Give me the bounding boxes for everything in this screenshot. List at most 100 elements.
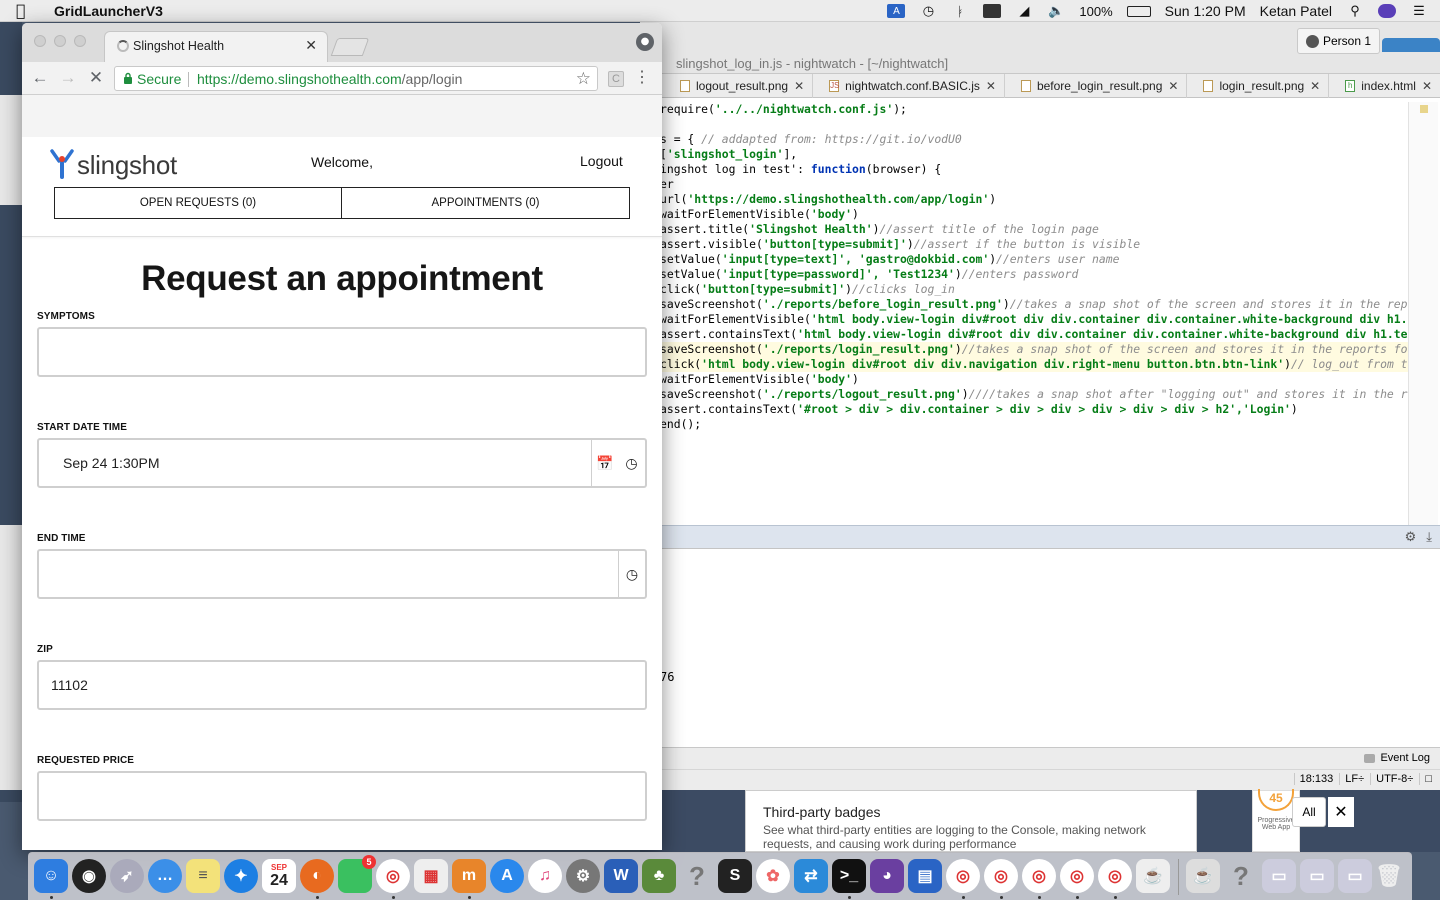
appointments-button[interactable]: APPOINTMENTS (0): [341, 187, 630, 219]
clock-icon[interactable]: ◷: [618, 440, 645, 486]
editor-tab[interactable]: JS nightwatch.conf.BASIC.js ✕: [813, 74, 1005, 98]
user-name[interactable]: Ketan Patel: [1260, 3, 1332, 19]
code-line[interactable]: ingshot log in test': function(browser) …: [660, 162, 1430, 177]
code-line[interactable]: require('../../nightwatch.conf.js');: [660, 102, 1430, 117]
gear-icon[interactable]: ⚙: [1405, 530, 1417, 545]
all-button[interactable]: All: [1292, 797, 1326, 827]
chrome-icon[interactable]: ◎: [946, 859, 980, 893]
active-app-name[interactable]: GridLauncherV3: [54, 3, 163, 19]
unknown-app-icon[interactable]: ?: [680, 859, 714, 893]
code-line[interactable]: saveScreenshot('./reports/before_login_r…: [660, 297, 1430, 312]
chrome-profile-button[interactable]: Person 1: [1296, 28, 1380, 54]
bluetooth-icon[interactable]: ᛓ: [951, 4, 969, 19]
document-app-icon[interactable]: ▤: [908, 859, 942, 893]
code-line[interactable]: saveScreenshot('./reports/login_result.p…: [660, 342, 1430, 357]
code-line[interactable]: assert.containsText('#root > div > div.c…: [660, 402, 1430, 417]
code-line[interactable]: waitForElementVisible('body'): [660, 207, 1430, 222]
start-date-time-input[interactable]: Sep 24 1:30PM 📅 ◷: [37, 438, 647, 488]
battery-icon[interactable]: [1126, 5, 1151, 17]
chrome-icon[interactable]: ◎: [1060, 859, 1094, 893]
code-line[interactable]: er: [660, 177, 1430, 192]
code-editor[interactable]: require('../../nightwatch.conf.js'); s =…: [660, 102, 1430, 522]
file-encoding[interactable]: UTF-8÷: [1370, 773, 1413, 785]
siri-icon[interactable]: [1378, 4, 1396, 18]
memory-chip-icon[interactable]: [983, 4, 1002, 18]
calendar-icon[interactable]: 📅: [591, 440, 618, 486]
trash-icon[interactable]: 🗑: [1372, 859, 1406, 893]
forward-icon[interactable]: →: [56, 67, 80, 89]
editor-tab[interactable]: logout_result.png ✕: [640, 74, 814, 98]
requested-price-input[interactable]: [37, 771, 647, 821]
time-machine-icon[interactable]: ◷: [919, 3, 937, 18]
chrome-icon[interactable]: ◎: [1022, 859, 1056, 893]
close-window-button[interactable]: [34, 35, 46, 47]
editor-tab[interactable]: h index.html ✕: [1329, 74, 1440, 98]
photos-icon[interactable]: ✿: [756, 859, 790, 893]
itunes-icon[interactable]: ♫: [528, 859, 562, 893]
close-tab-icon[interactable]: ✕: [1310, 79, 1320, 93]
wifi-icon[interactable]: ◢: [1015, 3, 1033, 18]
profile-icon[interactable]: ●: [636, 33, 654, 51]
code-line[interactable]: waitForElementVisible('body'): [660, 372, 1430, 387]
code-line[interactable]: [660, 117, 1430, 132]
documents-stack-icon[interactable]: ▭: [1300, 859, 1334, 893]
downloads-stack-icon[interactable]: ▭: [1262, 859, 1296, 893]
launchpad-icon[interactable]: ➶: [110, 859, 144, 893]
messages-alt-icon[interactable]: …: [148, 859, 182, 893]
editor-scroll-gutter[interactable]: [1408, 102, 1438, 542]
bookmark-star-icon[interactable]: ☆: [576, 69, 591, 89]
hide-panel-icon[interactable]: ⤓: [1426, 530, 1432, 545]
chrome-icon[interactable]: ◎: [376, 859, 410, 893]
code-line[interactable]: ['slingshot_login'],: [660, 147, 1430, 162]
teamviewer-icon[interactable]: ⇄: [794, 859, 828, 893]
stop-loading-icon[interactable]: ✕: [84, 67, 108, 89]
open-requests-button[interactable]: OPEN REQUESTS (0): [54, 187, 342, 219]
close-tab-icon[interactable]: ✕: [794, 79, 804, 93]
logout-button[interactable]: Logout: [580, 153, 623, 169]
code-line[interactable]: saveScreenshot('./reports/logout_result.…: [660, 387, 1430, 402]
zoom-window-button[interactable]: [74, 35, 86, 47]
safari-icon[interactable]: ✦: [224, 859, 258, 893]
volume-icon[interactable]: 🔈: [1047, 3, 1065, 18]
address-bar[interactable]: Secure https://demo.slingshothealth.com/…: [114, 66, 598, 91]
clock[interactable]: Sun 1:20 PM: [1165, 3, 1246, 19]
extension-icon[interactable]: C: [608, 71, 624, 87]
close-tab-icon[interactable]: ✕: [1422, 79, 1432, 93]
code-line[interactable]: click('html body.view-login div#root div…: [660, 357, 1430, 372]
editor-tab[interactable]: before_login_result.png ✕: [1005, 74, 1188, 98]
end-time-input[interactable]: ◷: [37, 549, 647, 599]
close-tab-icon[interactable]: ✕: [1168, 79, 1178, 93]
terminal-icon[interactable]: >_: [832, 859, 866, 893]
event-log-button[interactable]: Event Log: [1380, 752, 1430, 764]
notes-icon[interactable]: ≡: [186, 859, 220, 893]
symptoms-input[interactable]: [37, 327, 647, 377]
slingshot-logo[interactable]: slingshot: [50, 149, 177, 179]
calendar-icon[interactable]: SEP 24: [262, 859, 296, 893]
chrome-icon[interactable]: ◎: [984, 859, 1018, 893]
close-tab-icon[interactable]: ✕: [305, 37, 317, 54]
finder-icon[interactable]: ☺: [34, 859, 68, 893]
code-line[interactable]: setValue('input[type=password]', 'Test12…: [660, 267, 1430, 282]
intellij-icon[interactable]: m: [452, 859, 486, 893]
code-line[interactable]: end();: [660, 417, 1430, 432]
scrivener-icon[interactable]: S: [718, 859, 752, 893]
code-line[interactable]: assert.containsText('html body.view-logi…: [660, 327, 1430, 342]
github-icon[interactable]: ◕: [870, 859, 904, 893]
firefox-icon[interactable]: ◐: [300, 859, 334, 893]
siri-icon[interactable]: ◉: [72, 859, 106, 893]
battery-percent[interactable]: 100%: [1079, 4, 1112, 19]
code-line[interactable]: assert.title('Slingshot Health')//assert…: [660, 222, 1430, 237]
clock-icon[interactable]: ◷: [618, 551, 645, 597]
translate-icon[interactable]: A: [887, 4, 906, 18]
chrome-icon[interactable]: ◎: [1098, 859, 1132, 893]
code-line[interactable]: click('button[type=submit]')//clicks log…: [660, 282, 1430, 297]
minimize-window-button[interactable]: [54, 35, 66, 47]
facetime-messages-icon[interactable]: 5: [338, 855, 376, 893]
close-tab-icon[interactable]: ✕: [986, 79, 996, 93]
menu-icon[interactable]: ⋮: [634, 67, 650, 87]
apple-menu-icon[interactable]: : [16, 1, 36, 20]
server-icon[interactable]: ♣: [642, 859, 676, 893]
code-line[interactable]: s = { // addapted from: https://git.io/v…: [660, 132, 1430, 147]
spotlight-search-icon[interactable]: ⚲: [1346, 3, 1364, 18]
code-line[interactable]: setValue('input[type=text]', 'gastro@dok…: [660, 252, 1430, 267]
